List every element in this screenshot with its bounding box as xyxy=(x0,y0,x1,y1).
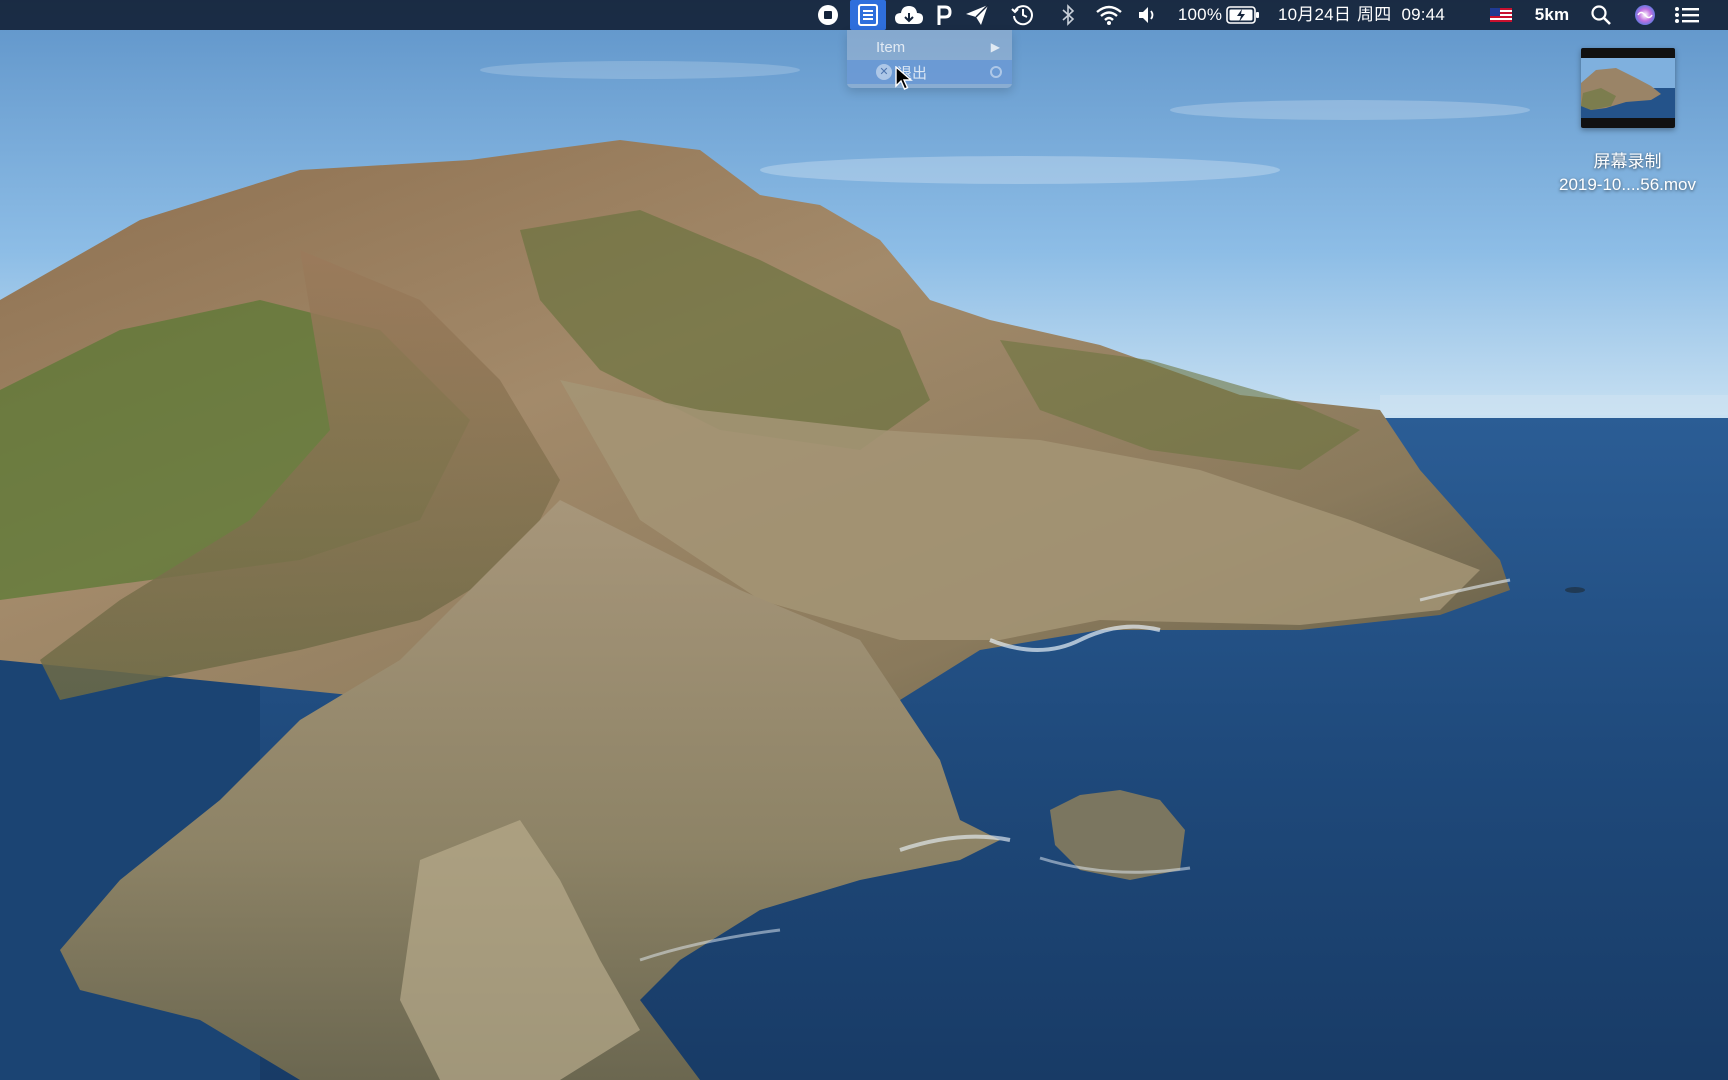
shortcut-circle-icon xyxy=(990,66,1002,78)
menu-bar: 100% 10月24日 周四 09:44 5km xyxy=(0,0,1728,30)
video-thumbnail xyxy=(1580,48,1675,128)
battery-percent[interactable]: 100% xyxy=(1177,0,1223,30)
date-label: 10月24日 xyxy=(1278,5,1352,24)
spotlight-search-icon[interactable] xyxy=(1588,0,1614,30)
screen-recording-stop-icon[interactable] xyxy=(815,0,841,30)
wifi-icon[interactable] xyxy=(1094,0,1124,30)
us-flag-input-icon[interactable] xyxy=(1488,0,1514,30)
menu-item-quit[interactable]: ✕ 退出 xyxy=(847,60,1012,84)
notification-center-icon[interactable] xyxy=(1672,0,1702,30)
distance-indicator[interactable]: 5km xyxy=(1530,0,1574,30)
desktop-wallpaper xyxy=(0,0,1728,1080)
menu-item-item[interactable]: Item ▶ xyxy=(847,35,1012,59)
file-name-line1: 屏幕录制 xyxy=(1593,152,1662,171)
distance-label: 5km xyxy=(1534,5,1570,24)
battery-percent-label: 100% xyxy=(1177,5,1223,24)
paper-plane-icon[interactable] xyxy=(964,0,990,30)
weekday-label: 周四 xyxy=(1357,5,1392,24)
clock[interactable]: 10月24日 周四 09:44 xyxy=(1278,0,1450,30)
file-name-line2: 2019-10....56.mov xyxy=(1558,175,1697,194)
menu-item-item-label: Item xyxy=(876,38,906,56)
cloud-icon[interactable] xyxy=(893,0,925,30)
desktop-file-screen-recording[interactable]: 屏幕录制 2019-10....56.mov xyxy=(1535,48,1720,196)
volume-icon[interactable] xyxy=(1136,0,1158,30)
mouse-pointer-icon xyxy=(895,66,913,90)
status-menu-dropdown: Item ▶ ✕ 退出 xyxy=(847,30,1012,88)
time-machine-icon[interactable] xyxy=(1009,0,1037,30)
time-label: 09:44 xyxy=(1401,5,1445,24)
bluetooth-icon[interactable] xyxy=(1058,0,1078,30)
parking-p-icon[interactable] xyxy=(934,0,954,30)
battery-charging-icon[interactable] xyxy=(1225,0,1261,30)
quit-icon: ✕ xyxy=(876,64,892,80)
submenu-arrow-icon: ▶ xyxy=(990,40,1000,54)
notes-list-icon[interactable] xyxy=(850,0,886,30)
desktop: 100% 10月24日 周四 09:44 5km Item ▶ ✕ 退出 屏幕录… xyxy=(0,0,1728,1080)
siri-icon[interactable] xyxy=(1632,0,1658,30)
